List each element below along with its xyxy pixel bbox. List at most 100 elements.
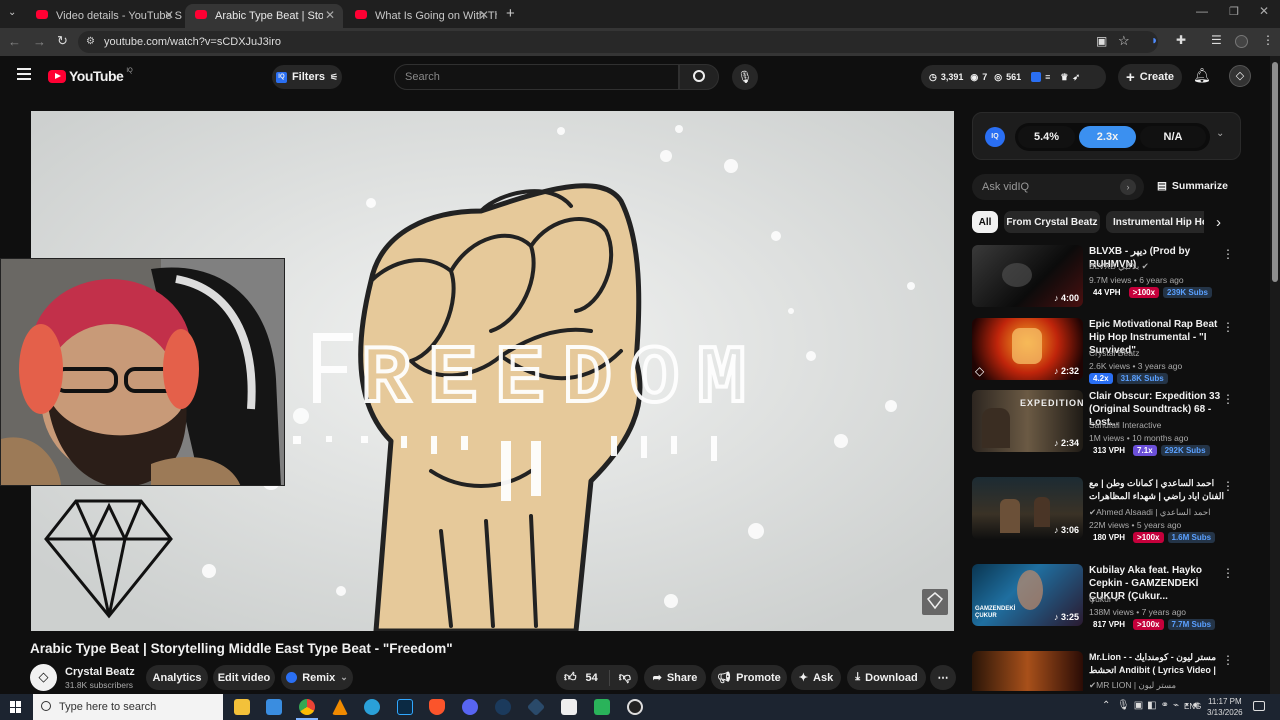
promote-button[interactable]: 📢︎ Promote	[711, 665, 787, 690]
bookmark-star-icon[interactable]: ☆	[1118, 33, 1130, 49]
list-item[interactable]: GAMZENDEKİ ÇUKUR ♪ 3:25 Kubilay Aka feat.…	[972, 564, 1252, 630]
restore-window-icon[interactable]: ❐	[1229, 5, 1239, 18]
chevron-down-icon[interactable]: ⌄	[1216, 128, 1224, 139]
more-vertical-icon[interactable]: ⋮	[1222, 653, 1234, 667]
video-thumbnail[interactable]: ♪ 4:00	[972, 245, 1083, 307]
capcut-icon[interactable]	[561, 699, 577, 715]
video-thumbnail[interactable]: EXPEDITION ♪ 2:34	[972, 390, 1083, 452]
chrome-icon[interactable]	[299, 699, 315, 715]
ask-button[interactable]: ✦ Ask	[791, 665, 841, 690]
reco-title[interactable]: احمد الساعدي | كمانات وطن | مع الفنان اي…	[1089, 477, 1229, 503]
chips-next-arrow-icon[interactable]: ›	[1216, 214, 1221, 231]
edit-video-button[interactable]: Edit video	[213, 665, 275, 690]
list-item[interactable]: ◇ ♪ 2:32 Epic Motivational Rap Beat Hip …	[972, 318, 1252, 384]
address-bar[interactable]: ⚙ youtube.com/watch?v=sCDXJuJ3iro	[78, 31, 1158, 53]
tab-studio[interactable]: Video details - YouTube Studio ✕	[26, 4, 182, 28]
notifications-bell-icon[interactable]: 🔔︎	[1193, 67, 1211, 84]
ask-vidiq-input[interactable]: Ask vidIQ ›	[972, 174, 1144, 200]
search-input[interactable]: Search	[394, 64, 679, 90]
account-avatar[interactable]: ◇	[1229, 65, 1251, 87]
telegram-icon[interactable]	[364, 699, 380, 715]
more-vertical-icon[interactable]: ⋮	[1222, 392, 1234, 406]
install-app-icon[interactable]: ▣	[1096, 34, 1107, 48]
chip-from-channel[interactable]: From Crystal Beatz	[1004, 211, 1100, 233]
filters-button[interactable]: IQ Filters ⚟	[272, 65, 342, 89]
scrollbar-thumb[interactable]	[1272, 62, 1278, 282]
voice-search-button[interactable]: 🎙	[732, 64, 758, 90]
youtube-logo[interactable]: YouTube IQ	[48, 68, 133, 84]
green-app-icon[interactable]	[594, 699, 610, 715]
back-arrow-icon[interactable]: ←	[8, 34, 21, 49]
reco-channel[interactable]: Crystal Beatz	[1089, 348, 1140, 358]
obs-icon[interactable]	[627, 699, 643, 715]
metric-outlier[interactable]: 2.3x	[1079, 126, 1136, 148]
steam-icon[interactable]	[495, 699, 511, 715]
more-vertical-icon[interactable]: ⋮	[1222, 566, 1234, 580]
extension-icon[interactable]: ◗	[1151, 33, 1158, 47]
remix-button[interactable]: Remix ⌄	[281, 665, 353, 690]
notification-center-icon[interactable]	[1253, 701, 1265, 711]
reco-title[interactable]: Mr.Lion - مستر ليون - كومندايك - اتحشط A…	[1089, 651, 1229, 677]
create-button[interactable]: + Create	[1118, 64, 1182, 90]
video-thumbnail[interactable]: ♪ 3:06	[972, 477, 1083, 539]
reload-icon[interactable]: ↻	[57, 33, 68, 49]
thumbs-up-icon[interactable]: 👍︎	[564, 670, 577, 685]
forward-arrow-icon[interactable]: →	[33, 34, 46, 49]
browser-menu-icon[interactable]: ⋮	[1262, 33, 1274, 47]
share-button[interactable]: ➦ Share	[644, 665, 706, 690]
summarize-button[interactable]: ▤ Summarize	[1157, 180, 1228, 192]
more-actions-button[interactable]: ⋯	[930, 665, 956, 690]
reco-channel[interactable]: ✔MR LION | مستر ليون	[1089, 680, 1176, 691]
discord-icon[interactable]	[462, 699, 478, 715]
hamburger-menu-icon[interactable]	[17, 68, 31, 80]
list-item[interactable]: EXPEDITION ♪ 2:34 Clair Obscur: Expediti…	[972, 390, 1252, 456]
close-tab-icon[interactable]: ✕	[325, 8, 335, 22]
tab-search-chevron-icon[interactable]: ⌄	[8, 7, 16, 18]
channel-avatar[interactable]: ◇	[30, 664, 57, 691]
profile-avatar-icon[interactable]	[1235, 35, 1248, 48]
photoshop-icon[interactable]	[397, 699, 413, 715]
reco-channel[interactable]: BLVXB بلاكبي ✔	[1089, 261, 1149, 272]
more-vertical-icon[interactable]: ⋮	[1222, 247, 1234, 261]
vidiq-stats-bar[interactable]: ◷ 3,391 ◉ 7 ◎ 561 ≡ ♛ ➶	[921, 65, 1106, 89]
new-tab-plus-icon[interactable]: +	[506, 5, 515, 22]
extensions-puzzle-icon[interactable]: ✚	[1176, 33, 1186, 47]
language-indicator[interactable]: ENG	[1184, 702, 1201, 711]
list-item[interactable]: ♪ 4:00 BLVXB - ديپر (Prod by RUHMVN) BLV…	[972, 245, 1252, 311]
monitor-app-icon[interactable]	[266, 699, 282, 715]
more-vertical-icon[interactable]: ⋮	[1222, 479, 1234, 493]
close-tab-icon[interactable]: ✕	[479, 8, 489, 22]
list-item[interactable]: ♪ 3:06 احمد الساعدي | كمانات وطن | مع ال…	[972, 477, 1252, 543]
send-arrow-icon[interactable]: ›	[1120, 179, 1136, 195]
thumbs-down-icon[interactable]: 👎︎	[619, 670, 631, 685]
channel-name[interactable]: Crystal Beatz	[65, 666, 135, 678]
list-item[interactable]: Mr.Lion - مستر ليون - كومندايك - اتحشط A…	[972, 651, 1252, 691]
page-scrollbar[interactable]	[1270, 56, 1280, 694]
metric-ctr[interactable]: 5.4%	[1018, 126, 1075, 148]
close-window-icon[interactable]: ✕	[1259, 4, 1269, 18]
clock[interactable]: 11:17 PM 3/13/2026	[1207, 696, 1243, 718]
minimize-window-icon[interactable]: —	[1196, 4, 1208, 18]
metric-na[interactable]: N/A	[1140, 126, 1206, 148]
analytics-button[interactable]: Analytics	[146, 665, 208, 690]
site-info-icon[interactable]: ⚙	[86, 31, 95, 53]
diamond-app-icon[interactable]	[526, 697, 546, 717]
tab-other-video[interactable]: What Is Going on With This Gu ✕	[345, 4, 497, 28]
file-explorer-icon[interactable]	[234, 699, 250, 715]
chip-all[interactable]: All	[972, 211, 998, 233]
reco-channel[interactable]: ✔Ahmed Alsaadi | احمد الساعدي	[1089, 507, 1210, 518]
close-tab-icon[interactable]: ✕	[164, 8, 174, 22]
video-thumbnail[interactable]: GAMZENDEKİ ÇUKUR ♪ 3:25	[972, 564, 1083, 626]
video-thumbnail[interactable]	[972, 651, 1083, 691]
like-count[interactable]: 54	[586, 672, 598, 684]
chip-instrumental[interactable]: Instrumental Hip Hop	[1106, 211, 1204, 233]
reco-channel[interactable]: Sandfall Interactive	[1089, 420, 1161, 430]
more-vertical-icon[interactable]: ⋮	[1222, 320, 1234, 334]
reading-list-icon[interactable]: ☰	[1211, 33, 1222, 47]
tray-chevron-icon[interactable]: ⌃	[1102, 700, 1110, 711]
vlc-icon[interactable]	[332, 699, 348, 715]
tab-current-video[interactable]: Arabic Type Beat | Storytelling M ✕	[185, 4, 343, 28]
brave-icon[interactable]	[429, 699, 445, 715]
download-button[interactable]: ⤓ Download	[847, 665, 926, 690]
reco-channel[interactable]: Çukur ✔	[1089, 594, 1121, 605]
